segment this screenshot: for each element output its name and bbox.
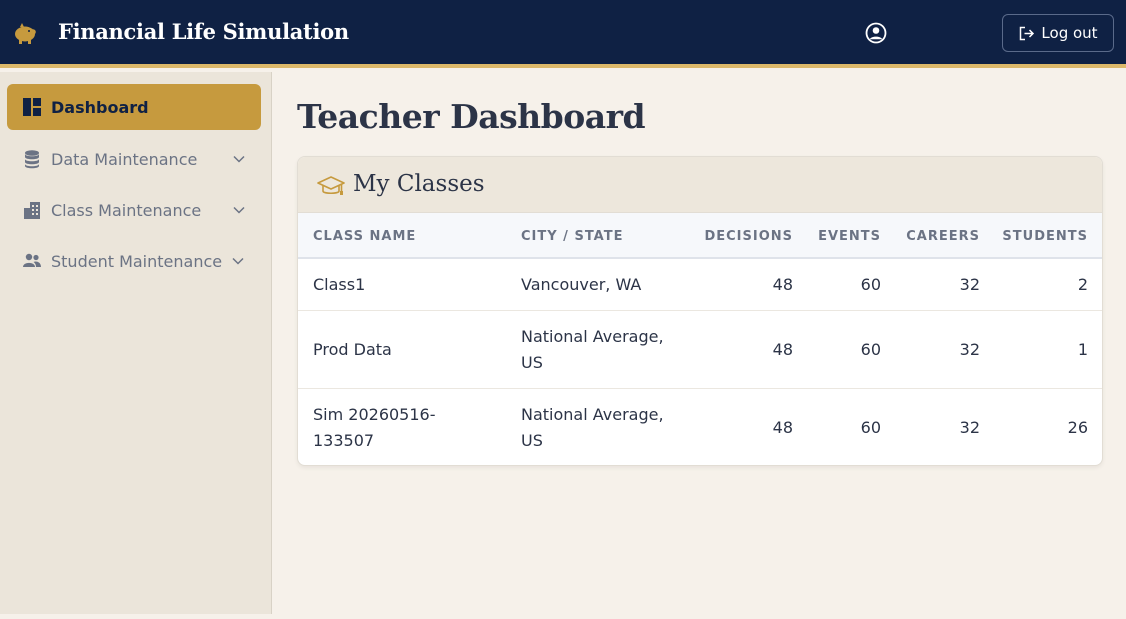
cell-city-state: Vancouver, WA	[521, 275, 642, 294]
top-navbar: Financial Life Simulation Log out	[0, 0, 1126, 68]
column-header-city-state[interactable]: CITY / STATE	[521, 229, 623, 244]
card-header: My Classes	[298, 157, 1102, 213]
cell-decisions: 48	[772, 340, 793, 359]
cell-class-name: Prod Data	[313, 340, 392, 359]
sidebar-item-class-maintenance[interactable]: Class Maintenance	[7, 187, 261, 233]
sidebar-item-data-maintenance[interactable]: Data Maintenance	[7, 136, 261, 182]
cell-students: 1	[1077, 340, 1088, 359]
table-row[interactable]: Prod Data National Average, US 48 60 32 …	[298, 311, 1102, 389]
app-title: Financial Life Simulation	[58, 19, 349, 44]
cell-students: 26	[1067, 418, 1088, 437]
chevron-down-icon	[233, 206, 245, 214]
sidebar: Dashboard Data Maintenance Class Mainten…	[0, 72, 272, 614]
logout-icon	[1020, 26, 1035, 40]
cell-careers: 32	[959, 418, 980, 437]
cell-events: 60	[860, 418, 881, 437]
building-icon	[24, 202, 40, 219]
sidebar-item-student-maintenance[interactable]: Student Maintenance	[7, 238, 261, 284]
card-title: My Classes	[353, 171, 485, 197]
cell-class-name-line2: 133507	[313, 431, 375, 450]
sidebar-item-label: Student Maintenance	[51, 251, 223, 271]
cell-decisions: 48	[772, 418, 793, 437]
column-header-class-name[interactable]: CLASS NAME	[313, 229, 416, 244]
cell-city-state: National Average,	[521, 405, 664, 424]
database-icon	[25, 150, 39, 169]
cell-events: 60	[860, 340, 881, 359]
logout-label: Log out	[1041, 24, 1098, 42]
cell-class-name: Sim 20260516-	[313, 405, 436, 424]
cell-class-name: Class1	[313, 275, 366, 294]
sidebar-item-label: Data Maintenance	[51, 149, 198, 169]
chevron-down-icon	[232, 257, 244, 265]
users-icon	[23, 253, 41, 267]
my-classes-card: My Classes CLASS NAME CITY / STATE DECIS…	[297, 156, 1103, 466]
main-content: Teacher Dashboard My Classes CLASS NAME …	[272, 72, 1126, 619]
chevron-down-icon	[233, 155, 245, 163]
logout-button[interactable]: Log out	[1002, 14, 1114, 52]
piggy-bank-icon	[15, 23, 36, 44]
cell-decisions: 48	[772, 275, 793, 294]
table-row[interactable]: Sim 20260516- 133507 National Average, U…	[298, 389, 1102, 465]
column-header-events[interactable]: EVENTS	[801, 229, 881, 244]
sidebar-item-label: Dashboard	[51, 97, 149, 117]
cell-careers: 32	[959, 340, 980, 359]
sidebar-item-dashboard[interactable]: Dashboard	[7, 84, 261, 130]
cell-students: 2	[1077, 275, 1088, 294]
column-header-careers[interactable]: CAREERS	[888, 229, 980, 244]
cell-city-state-line2: US	[521, 431, 543, 450]
user-circle-icon[interactable]	[865, 22, 887, 44]
table-header: CLASS NAME CITY / STATE DECISIONS EVENTS…	[298, 213, 1102, 259]
cell-careers: 32	[959, 275, 980, 294]
cell-city-state-line2: US	[521, 353, 543, 372]
cell-city-state: National Average,	[521, 327, 664, 346]
column-header-students[interactable]: STUDENTS	[988, 229, 1088, 244]
graduation-cap-icon	[317, 176, 345, 195]
column-header-decisions[interactable]: DECISIONS	[693, 229, 793, 244]
page-title: Teacher Dashboard	[297, 97, 646, 136]
dashboard-icon	[23, 98, 41, 116]
table-row[interactable]: Class1 Vancouver, WA 48 60 32 2	[298, 259, 1102, 311]
sidebar-item-label: Class Maintenance	[51, 200, 202, 220]
cell-events: 60	[860, 275, 881, 294]
